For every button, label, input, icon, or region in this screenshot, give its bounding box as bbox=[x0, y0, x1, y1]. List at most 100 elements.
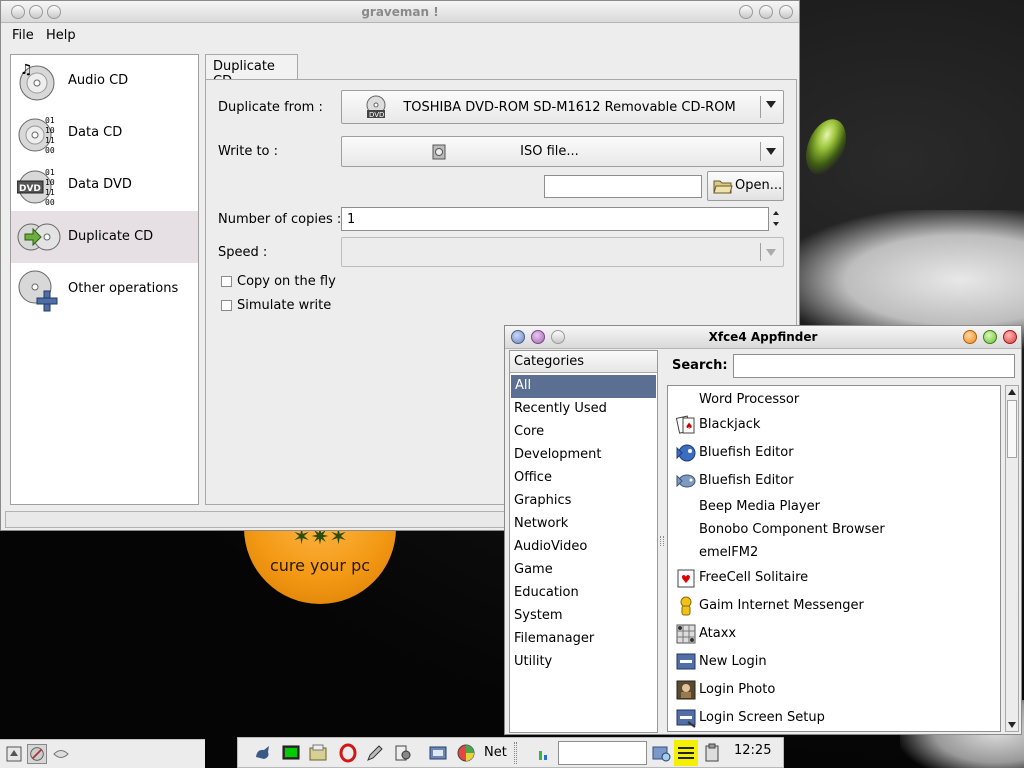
search-input[interactable] bbox=[733, 354, 1015, 378]
copies-input[interactable]: 1 bbox=[341, 207, 769, 231]
app-label: Bluefish Editor bbox=[699, 445, 794, 460]
scroll-down-icon[interactable] bbox=[1008, 722, 1016, 728]
app-label: Beep Media Player bbox=[699, 499, 820, 514]
category-network[interactable]: Network bbox=[510, 513, 657, 536]
desktop-settings-icon[interactable] bbox=[651, 743, 671, 763]
settings-manager-icon[interactable] bbox=[393, 743, 413, 763]
spin-down-icon[interactable] bbox=[773, 222, 779, 226]
notes-icon[interactable] bbox=[674, 740, 698, 766]
iso-file-path-input[interactable] bbox=[544, 175, 702, 198]
graveman-titlebar[interactable]: graveman ! bbox=[1, 1, 799, 23]
category-all[interactable]: All bbox=[511, 375, 656, 398]
categories-header[interactable]: Categories bbox=[510, 351, 657, 373]
network-window-icon[interactable] bbox=[428, 743, 448, 763]
category-core[interactable]: Core bbox=[510, 421, 657, 444]
copy-on-fly-label[interactable]: Copy on the fly bbox=[237, 274, 336, 289]
spin-up-icon[interactable] bbox=[773, 211, 779, 215]
scroll-thumb[interactable] bbox=[1007, 400, 1017, 458]
appfinder-task-icon[interactable] bbox=[51, 744, 71, 764]
close-icon[interactable] bbox=[779, 5, 793, 19]
open-button-label: Open... bbox=[735, 178, 783, 193]
operation-duplicate-cd[interactable]: Duplicate CD bbox=[11, 211, 198, 263]
copies-spin-button[interactable] bbox=[771, 208, 783, 230]
combo-separator bbox=[760, 96, 761, 118]
network-monitor-icon bbox=[539, 751, 547, 760]
editor-pen-icon[interactable] bbox=[365, 743, 385, 763]
app-item-ataxx[interactable]: Ataxx bbox=[672, 621, 992, 647]
close-icon[interactable] bbox=[1003, 330, 1017, 344]
operation-data-cd[interactable]: 01 10 11 00 Data CD bbox=[11, 107, 198, 159]
speed-combo[interactable] bbox=[341, 237, 784, 267]
category-education[interactable]: Education bbox=[510, 582, 657, 605]
scroll-up-icon[interactable] bbox=[1008, 389, 1016, 395]
app-item-emelfm2[interactable]: emelFM2 bbox=[672, 540, 992, 566]
appfinder-titlebar[interactable]: Xfce4 Appfinder bbox=[505, 326, 1021, 349]
logo-text: cure your pc bbox=[269, 556, 371, 575]
app-item-blackjack[interactable]: ♠ Blackjack bbox=[672, 412, 992, 438]
svg-text:01: 01 bbox=[45, 168, 55, 177]
app-label: Blackjack bbox=[699, 417, 761, 432]
xfce-mouse-icon[interactable] bbox=[253, 743, 273, 763]
menu-file[interactable]: File bbox=[12, 28, 34, 43]
app-item-new-login[interactable]: New Login bbox=[672, 649, 992, 675]
menu-help[interactable]: Help bbox=[46, 28, 76, 43]
clock: 12:25 bbox=[734, 743, 772, 758]
minimize-icon[interactable] bbox=[963, 330, 977, 344]
applications-scrollbar[interactable] bbox=[1005, 385, 1019, 732]
category-system[interactable]: System bbox=[510, 605, 657, 628]
applications-list: Word Processor ♠ Blackjack Bluefish Edit… bbox=[667, 385, 1001, 732]
opera-icon[interactable] bbox=[338, 743, 358, 763]
dropdown-arrow-icon bbox=[766, 101, 776, 108]
simulate-write-checkbox[interactable] bbox=[221, 300, 232, 311]
blackjack-icon: ♠ bbox=[676, 415, 695, 434]
write-to-label: Write to : bbox=[218, 144, 279, 159]
category-filemanager[interactable]: Filemanager bbox=[510, 628, 657, 651]
color-wheel-icon[interactable] bbox=[456, 743, 476, 763]
menubar: File Help bbox=[1, 24, 799, 48]
maximize-icon[interactable] bbox=[983, 330, 997, 344]
app-label: Bonobo Component Browser bbox=[699, 522, 885, 537]
file-manager-icon[interactable] bbox=[308, 743, 328, 763]
window-title: Xfce4 Appfinder bbox=[708, 330, 818, 344]
open-button[interactable]: Open... bbox=[707, 171, 784, 201]
operation-label: Audio CD bbox=[68, 73, 129, 88]
app-item-freecell[interactable]: ♥ FreeCell Solitaire bbox=[672, 565, 992, 591]
clipboard-icon[interactable] bbox=[702, 743, 722, 763]
category-game[interactable]: Game bbox=[510, 559, 657, 582]
app-item-gaim[interactable]: Gaim Internet Messenger bbox=[672, 593, 992, 619]
category-utility[interactable]: Utility bbox=[510, 651, 657, 674]
copies-label: Number of copies : bbox=[218, 212, 342, 227]
graveman-task-icon[interactable] bbox=[27, 744, 47, 764]
simulate-write-label[interactable]: Simulate write bbox=[237, 298, 331, 313]
gaim-icon bbox=[680, 596, 692, 616]
tab-duplicate-cd[interactable]: Duplicate CD bbox=[205, 54, 298, 89]
app-item-login-photo[interactable]: Login Photo bbox=[672, 677, 992, 703]
app-item-login-screen-setup[interactable]: Login Screen Setup bbox=[672, 705, 992, 731]
operation-other[interactable]: Other operations bbox=[11, 263, 198, 315]
panel-command-input[interactable] bbox=[558, 741, 647, 765]
category-development[interactable]: Development bbox=[510, 444, 657, 467]
app-item-bluefish-editor-2[interactable]: Bluefish Editor bbox=[672, 468, 992, 494]
svg-text:♥: ♥ bbox=[681, 573, 691, 586]
app-label: FreeCell Solitaire bbox=[699, 570, 809, 585]
duplicate-from-combo[interactable]: DVD TOSHIBA DVD-ROM SD-M1612 Removable C… bbox=[341, 90, 784, 124]
category-audiovideo[interactable]: AudioVideo bbox=[510, 536, 657, 559]
minimize-icon[interactable] bbox=[739, 5, 753, 19]
operation-label: Data CD bbox=[68, 125, 123, 140]
pane-resize-handle[interactable] bbox=[660, 536, 664, 546]
maximize-icon[interactable] bbox=[759, 5, 773, 19]
operation-data-dvd[interactable]: DVD 01 10 11 00 Data DVD bbox=[11, 159, 198, 211]
show-desktop-icon[interactable] bbox=[4, 744, 24, 764]
copy-on-fly-checkbox[interactable] bbox=[221, 276, 232, 287]
write-to-combo[interactable]: ISO file... bbox=[341, 136, 784, 167]
operation-audio-cd[interactable]: ♫ Audio CD bbox=[11, 55, 198, 107]
ataxx-icon bbox=[676, 624, 696, 644]
category-office[interactable]: Office bbox=[510, 467, 657, 490]
app-item-word-processor[interactable]: Word Processor bbox=[672, 387, 992, 413]
app-label: Bluefish Editor bbox=[699, 473, 794, 488]
category-graphics[interactable]: Graphics bbox=[510, 490, 657, 513]
app-item-bluefish-editor[interactable]: Bluefish Editor bbox=[672, 440, 992, 466]
panel-handle[interactable] bbox=[514, 742, 517, 764]
category-recently-used[interactable]: Recently Used bbox=[510, 398, 657, 421]
terminal-icon[interactable] bbox=[281, 743, 301, 763]
